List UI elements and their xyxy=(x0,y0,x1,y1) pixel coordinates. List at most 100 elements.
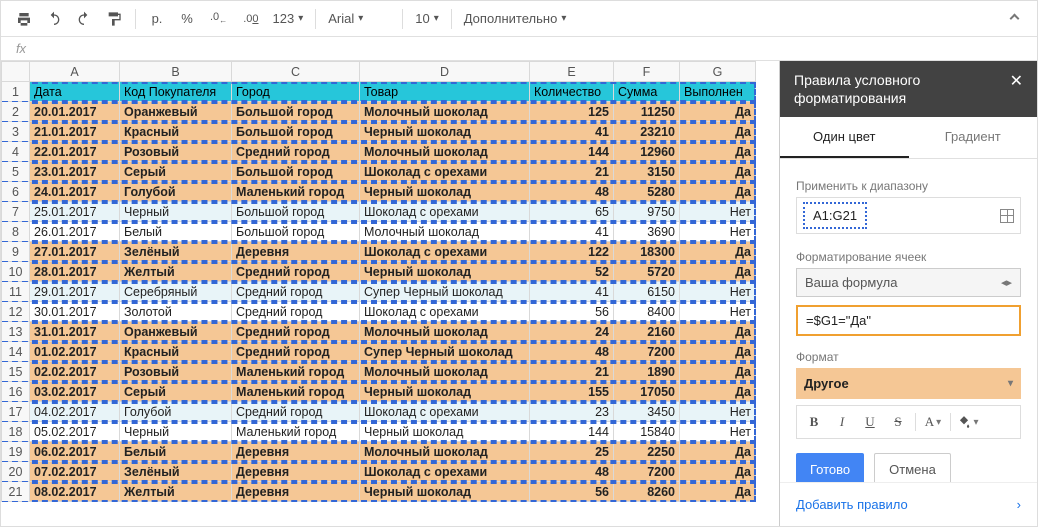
cell[interactable]: 04.02.2017 xyxy=(30,402,120,422)
row-header[interactable]: 12 xyxy=(2,302,30,322)
cell[interactable]: Да xyxy=(680,442,756,462)
cell[interactable]: Средний город xyxy=(232,302,360,322)
col-header[interactable]: C xyxy=(232,62,360,82)
cell[interactable]: 48 xyxy=(530,182,614,202)
row-header[interactable]: 3 xyxy=(2,122,30,142)
cell[interactable]: Белый xyxy=(120,442,232,462)
cell[interactable]: Черный шоколад xyxy=(360,262,530,282)
cell[interactable]: 07.02.2017 xyxy=(30,462,120,482)
row-header[interactable]: 11 xyxy=(2,282,30,302)
cell[interactable]: Оранжевый xyxy=(120,322,232,342)
cell[interactable]: Черный шоколад xyxy=(360,422,530,442)
cell[interactable]: Деревня xyxy=(232,482,360,502)
row-header[interactable]: 13 xyxy=(2,322,30,342)
cell[interactable]: 26.01.2017 xyxy=(30,222,120,242)
cell[interactable]: 3450 xyxy=(614,402,680,422)
cell[interactable]: 3690 xyxy=(614,222,680,242)
col-header[interactable]: E xyxy=(530,62,614,82)
cell[interactable]: Зелёный xyxy=(120,242,232,262)
row-header[interactable]: 10 xyxy=(2,262,30,282)
cell[interactable]: 22.01.2017 xyxy=(30,142,120,162)
cell[interactable]: 18300 xyxy=(614,242,680,262)
cell[interactable]: 17050 xyxy=(614,382,680,402)
text-color-button[interactable]: A▾ xyxy=(920,410,946,434)
cell[interactable]: 144 xyxy=(530,422,614,442)
cell[interactable]: 21.01.2017 xyxy=(30,122,120,142)
cell[interactable]: Да xyxy=(680,242,756,262)
cell[interactable]: Шоколад с орехами xyxy=(360,242,530,262)
cell[interactable]: 2160 xyxy=(614,322,680,342)
cell[interactable]: Нет xyxy=(680,282,756,302)
cell[interactable]: Золотой xyxy=(120,302,232,322)
cell[interactable]: 6150 xyxy=(614,282,680,302)
cell[interactable]: Нет xyxy=(680,202,756,222)
cell[interactable]: 1890 xyxy=(614,362,680,382)
row-header[interactable]: 2 xyxy=(2,102,30,122)
bold-button[interactable]: B xyxy=(801,410,827,434)
currency-button[interactable]: р. xyxy=(144,6,170,32)
underline-button[interactable]: U xyxy=(857,410,883,434)
cell[interactable]: 122 xyxy=(530,242,614,262)
header-cell[interactable]: Сумма xyxy=(614,82,680,102)
cell[interactable]: Да xyxy=(680,322,756,342)
row-header[interactable]: 15 xyxy=(2,362,30,382)
cell[interactable]: 21 xyxy=(530,362,614,382)
cell[interactable]: Нет xyxy=(680,402,756,422)
cell[interactable]: Нет xyxy=(680,222,756,242)
cell[interactable]: 125 xyxy=(530,102,614,122)
header-cell[interactable]: Код Покупателя xyxy=(120,82,232,102)
row-header[interactable]: 14 xyxy=(2,342,30,362)
cell[interactable]: Молочный шоколад xyxy=(360,322,530,342)
cell[interactable]: 5720 xyxy=(614,262,680,282)
cell[interactable]: Зелёный xyxy=(120,462,232,482)
cell[interactable]: Молочный шоколад xyxy=(360,442,530,462)
cell[interactable]: Большой город xyxy=(232,122,360,142)
cell[interactable]: Супер Черный шоколад xyxy=(360,282,530,302)
header-cell[interactable]: Дата xyxy=(30,82,120,102)
cell[interactable]: 155 xyxy=(530,382,614,402)
cell[interactable]: 23210 xyxy=(614,122,680,142)
cell[interactable]: Серый xyxy=(120,162,232,182)
cell[interactable]: 52 xyxy=(530,262,614,282)
cell[interactable]: Шоколад с орехами xyxy=(360,302,530,322)
cell[interactable]: Желтый xyxy=(120,482,232,502)
cell[interactable]: 41 xyxy=(530,282,614,302)
cell[interactable]: 8400 xyxy=(614,302,680,322)
more-dropdown[interactable]: Дополнительно▾ xyxy=(460,11,571,26)
cell[interactable]: Средний город xyxy=(232,142,360,162)
cell[interactable]: Маленький город xyxy=(232,422,360,442)
cell[interactable]: Средний город xyxy=(232,282,360,302)
cell[interactable]: Шоколад с орехами xyxy=(360,462,530,482)
cell[interactable]: Да xyxy=(680,362,756,382)
cell[interactable]: 9750 xyxy=(614,202,680,222)
print-icon[interactable] xyxy=(11,6,37,32)
tab-single-color[interactable]: Один цвет xyxy=(780,117,909,158)
range-input-row[interactable]: A1:G21 xyxy=(796,197,1021,234)
cell[interactable]: Да xyxy=(680,102,756,122)
cell[interactable]: Серебряный xyxy=(120,282,232,302)
cell[interactable]: Большой город xyxy=(232,162,360,182)
cell[interactable]: Средний город xyxy=(232,262,360,282)
cell[interactable]: 03.02.2017 xyxy=(30,382,120,402)
cell[interactable]: Розовый xyxy=(120,142,232,162)
cell[interactable]: Да xyxy=(680,122,756,142)
cell[interactable]: 31.01.2017 xyxy=(30,322,120,342)
cell[interactable]: Да xyxy=(680,382,756,402)
cell[interactable]: Деревня xyxy=(232,442,360,462)
cell[interactable]: 41 xyxy=(530,222,614,242)
collapse-toolbar-icon[interactable] xyxy=(1001,6,1027,32)
cell[interactable]: Розовый xyxy=(120,362,232,382)
cell[interactable]: 48 xyxy=(530,462,614,482)
cell[interactable]: 144 xyxy=(530,142,614,162)
cell[interactable]: 30.01.2017 xyxy=(30,302,120,322)
cell[interactable]: 12960 xyxy=(614,142,680,162)
cell[interactable]: 25.01.2017 xyxy=(30,202,120,222)
cell[interactable]: 56 xyxy=(530,482,614,502)
format-preview[interactable]: Другое▾ xyxy=(796,368,1021,399)
header-cell[interactable]: Город xyxy=(232,82,360,102)
decrease-decimals-button[interactable]: .0← xyxy=(204,6,233,32)
row-header[interactable]: 18 xyxy=(2,422,30,442)
cell[interactable]: Маленький город xyxy=(232,362,360,382)
cell[interactable]: 08.02.2017 xyxy=(30,482,120,502)
row-header[interactable]: 9 xyxy=(2,242,30,262)
